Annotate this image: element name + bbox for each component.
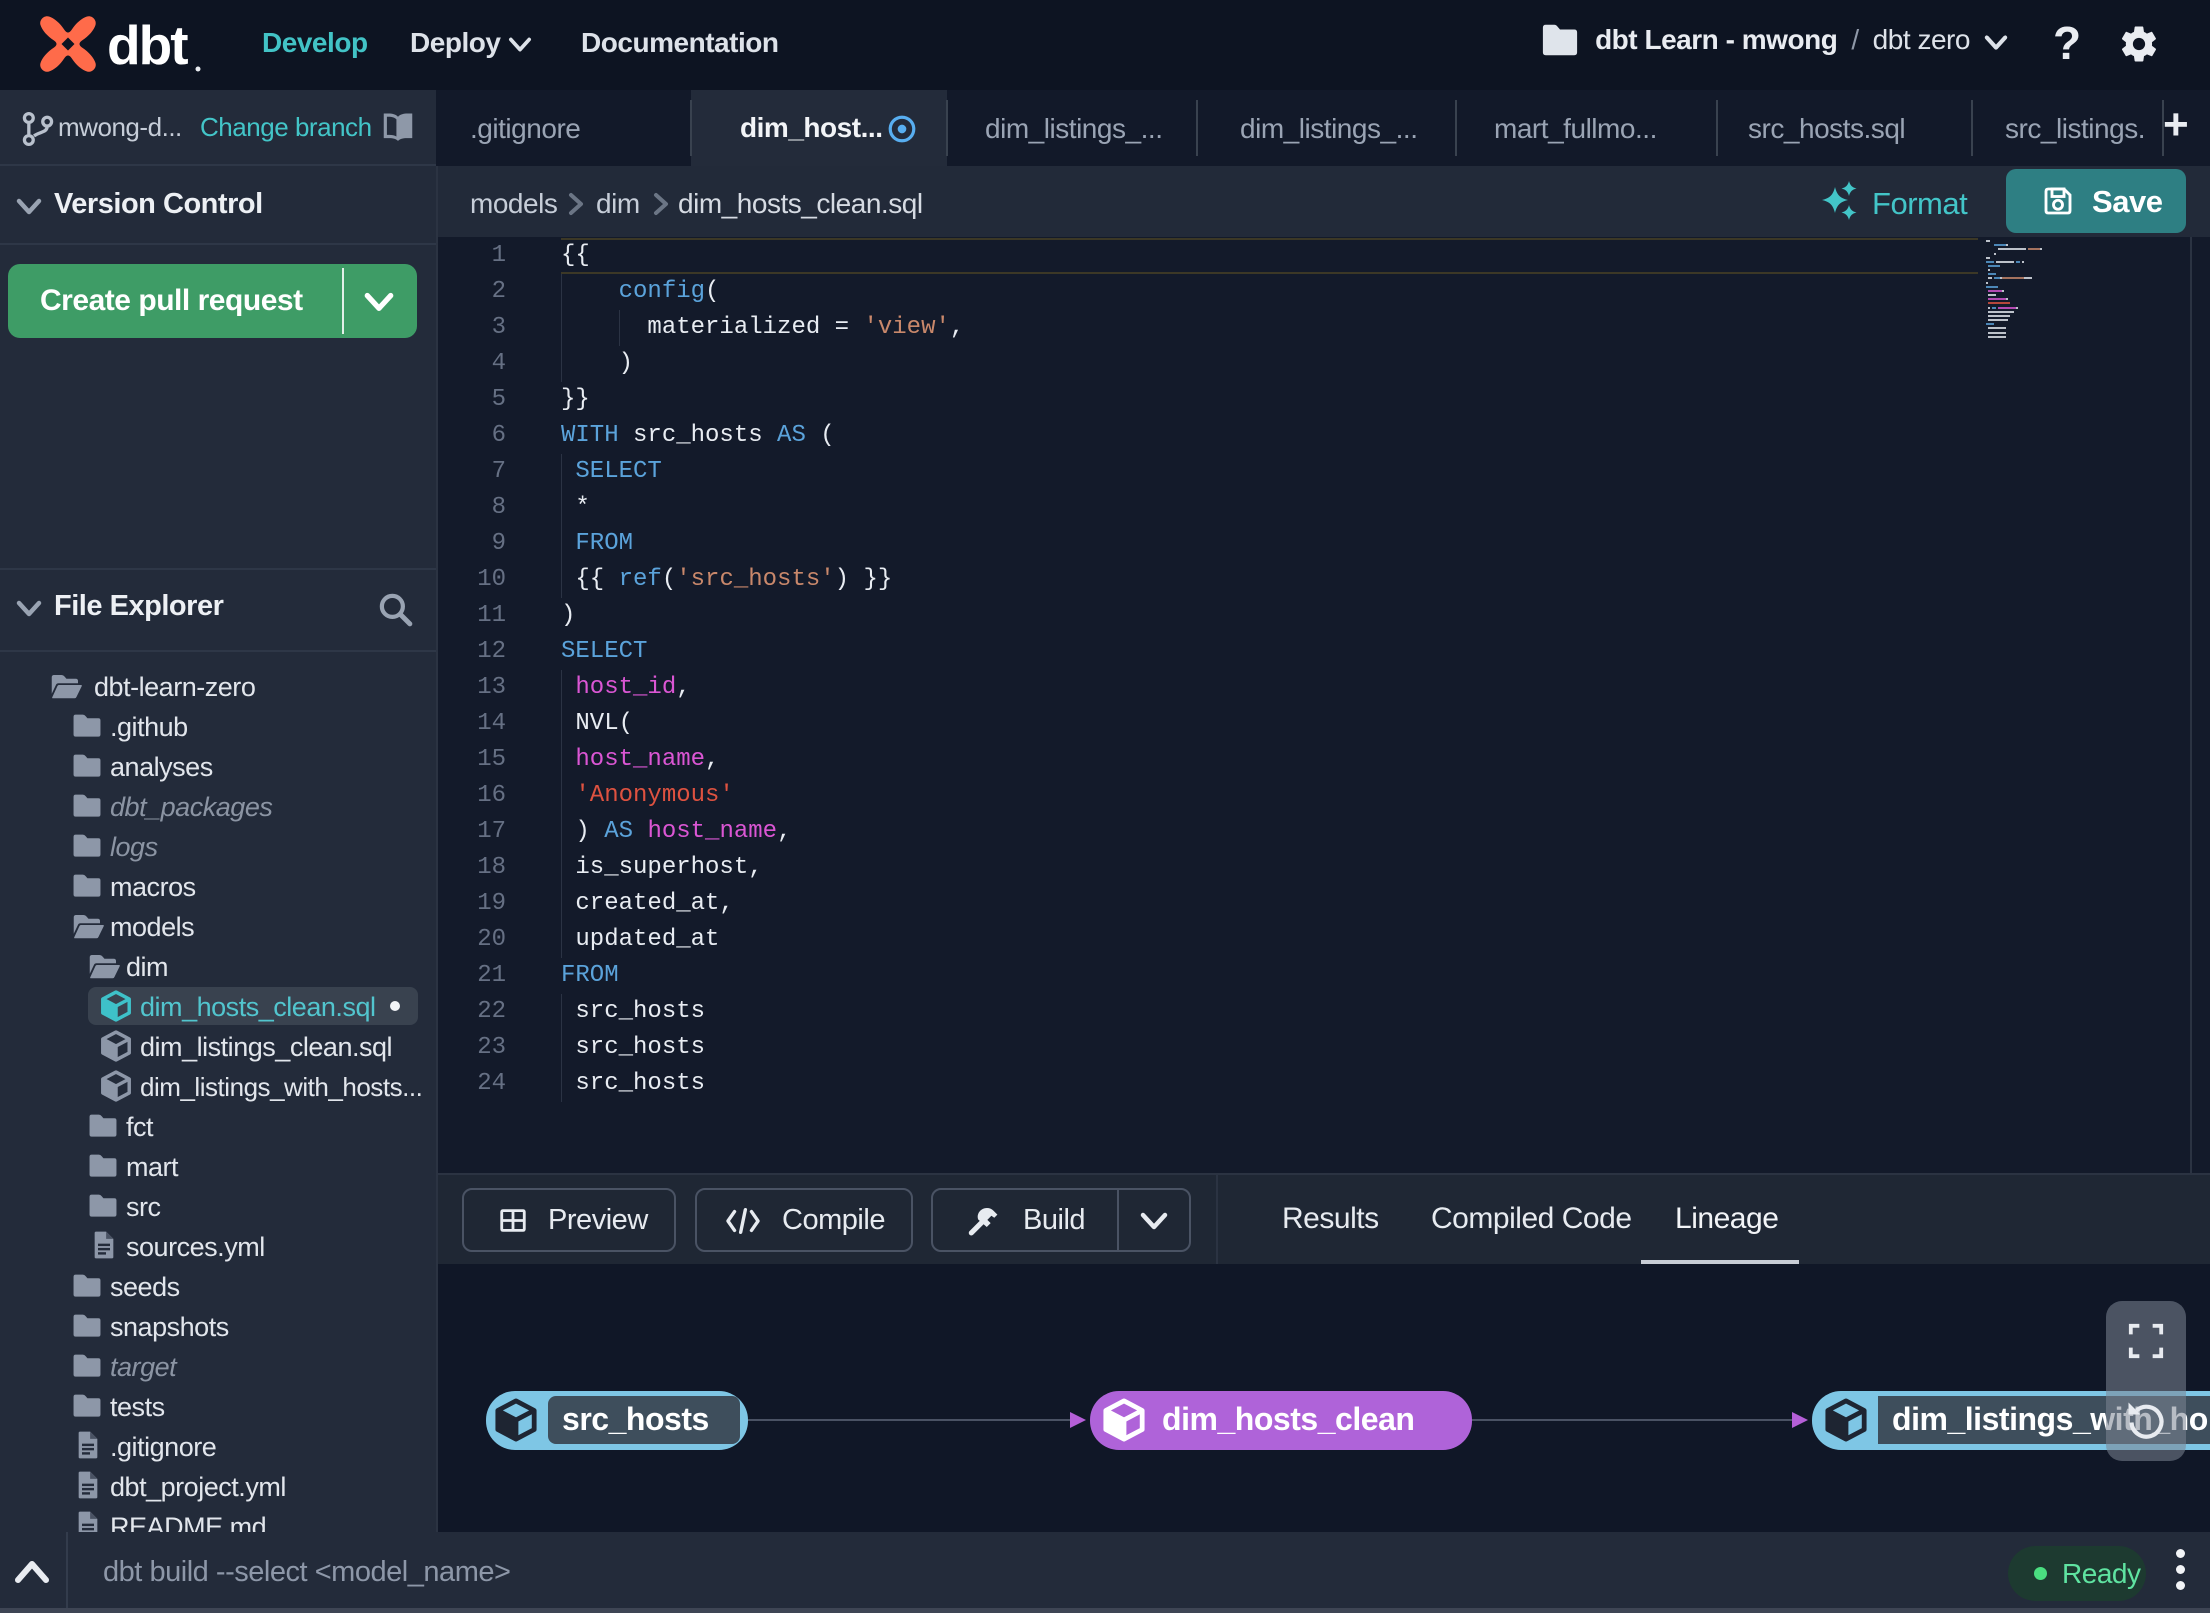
svg-text:dbt: dbt [107, 14, 188, 76]
